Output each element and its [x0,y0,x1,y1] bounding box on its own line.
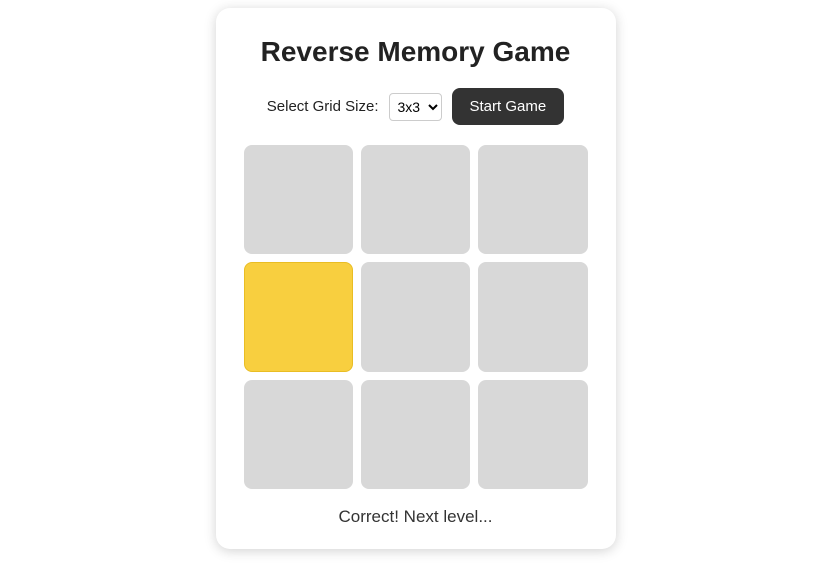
grid-cell[interactable] [361,380,470,489]
grid-cell[interactable] [478,380,587,489]
game-card: Reverse Memory Game Select Grid Size: 3x… [216,8,616,549]
grid-size-select[interactable]: 3x3 [389,93,442,121]
grid-cell[interactable] [244,262,353,371]
page-title: Reverse Memory Game [244,36,588,68]
grid-cell[interactable] [244,380,353,489]
grid-cell[interactable] [361,145,470,254]
start-game-button[interactable]: Start Game [452,88,565,125]
controls-row: Select Grid Size: 3x3 Start Game [244,88,588,125]
grid-cell[interactable] [244,145,353,254]
grid-cell[interactable] [361,262,470,371]
game-grid [244,145,588,489]
grid-cell[interactable] [478,145,587,254]
grid-cell[interactable] [478,262,587,371]
status-text: Correct! Next level... [244,507,588,527]
grid-size-label: Select Grid Size: [267,98,379,115]
